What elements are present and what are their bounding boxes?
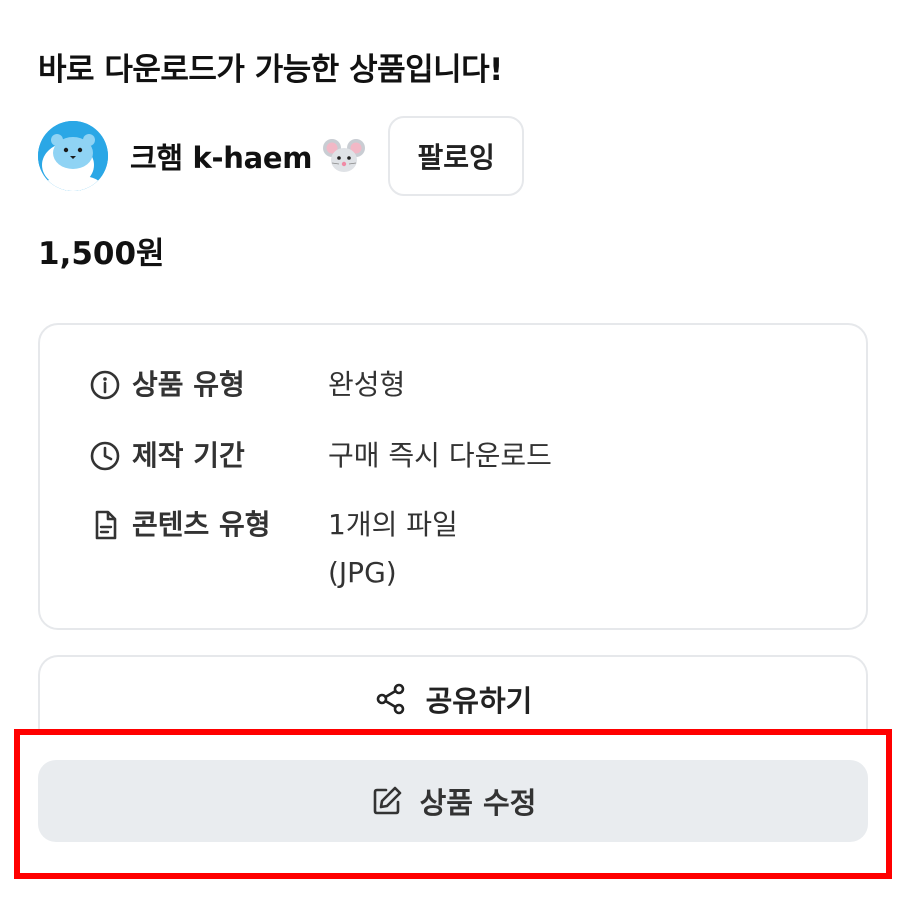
product-headline: 바로 다운로드가 가능한 상품입니다! <box>38 52 503 88</box>
info-label: 콘텐츠 유형 <box>132 508 271 541</box>
info-value: 완성형 <box>328 368 406 401</box>
info-row-content-type: 콘텐츠 유형 1개의 파일 (JPG) <box>88 507 458 597</box>
info-label: 제작 기간 <box>132 439 245 472</box>
info-label: 상품 유형 <box>132 368 245 401</box>
edit-product-button[interactable]: 상품 수정 <box>38 760 868 842</box>
info-row-product-type: 상품 유형 완성형 <box>88 367 405 409</box>
share-icon <box>376 683 404 715</box>
mouse-face-icon <box>323 139 366 172</box>
info-value-line: (JPG) <box>328 556 397 589</box>
avatar[interactable] <box>38 121 108 191</box>
share-button-label: 공유하기 <box>425 684 533 718</box>
info-value: 구매 즉시 다운로드 <box>328 439 552 472</box>
clock-icon <box>90 441 120 471</box>
edit-button-label: 상품 수정 <box>419 786 537 820</box>
info-row-production-period: 제작 기간 구매 즉시 다운로드 <box>88 438 552 480</box>
bear-avatar-icon <box>38 121 108 191</box>
product-price: 1,500원 <box>38 236 165 272</box>
creator-name[interactable]: 크햄 k-haem <box>130 135 312 177</box>
info-value: 1개의 파일 (JPG) <box>328 501 458 597</box>
product-info-card: 상품 유형 완성형 제작 기간 구매 즉시 다운로드 콘텐츠 유형 1개의 파일… <box>38 323 868 630</box>
creator-row: 크햄 k-haem 팔로잉 <box>38 114 525 198</box>
info-circle-icon <box>90 370 120 400</box>
pencil-icon <box>373 786 401 815</box>
product-detail-page: 바로 다운로드가 가능한 상품입니다! 크햄 k-haem 팔로잉 1,500원… <box>0 0 906 906</box>
info-value-line: 1개의 파일 <box>328 508 458 541</box>
follow-button[interactable]: 팔로잉 <box>388 116 525 196</box>
document-icon <box>95 510 117 540</box>
